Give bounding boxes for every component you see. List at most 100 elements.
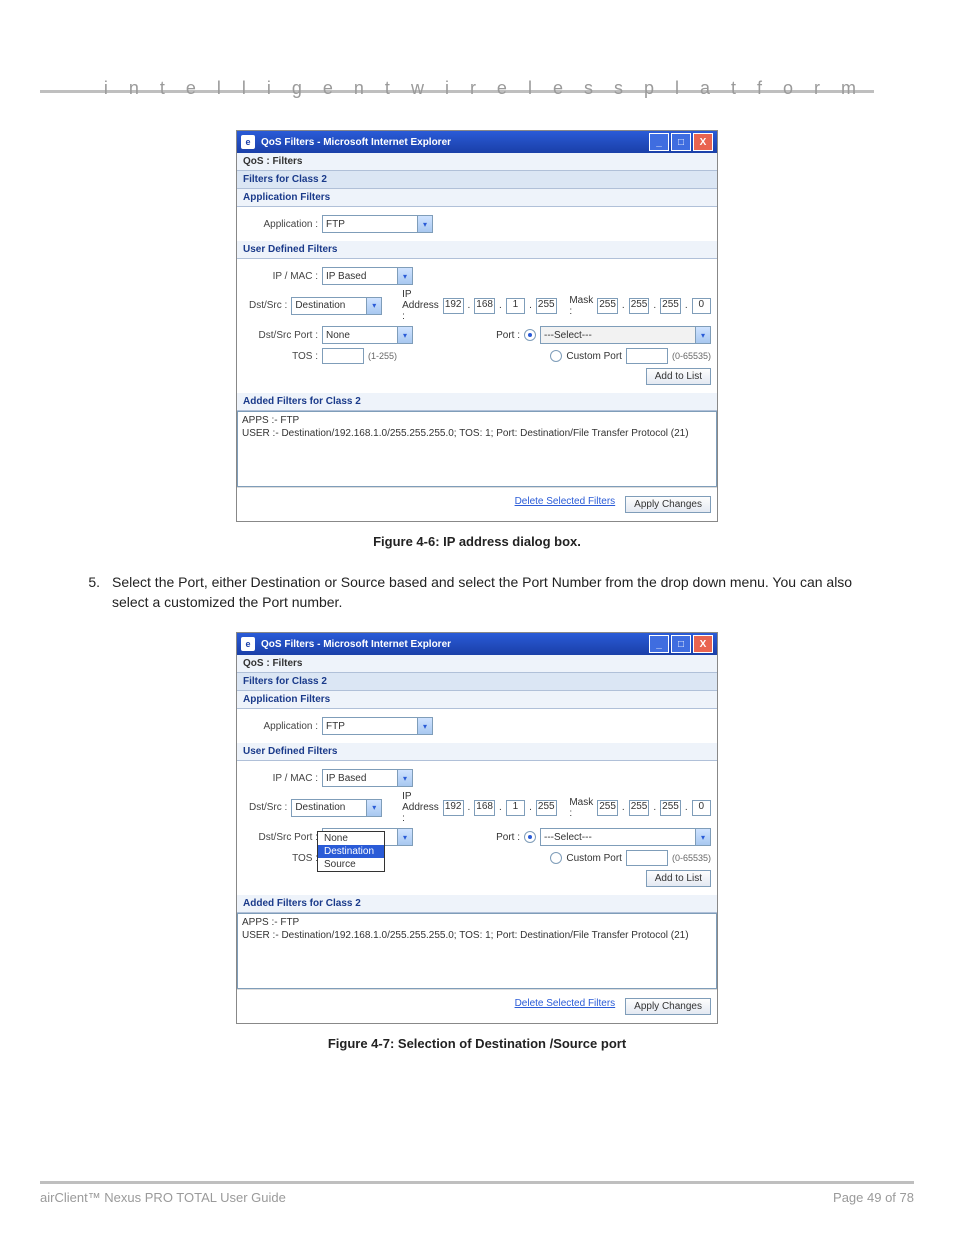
figure-4-7-caption: Figure 4-7: Selection of Destination /So… bbox=[40, 1036, 914, 1051]
dst-src-label: Dst/Src : bbox=[243, 802, 287, 813]
chevron-down-icon: ▾ bbox=[417, 718, 432, 734]
chevron-down-icon: ▾ bbox=[366, 800, 381, 816]
figure-4-7-window: e QoS Filters - Microsoft Internet Explo… bbox=[236, 632, 718, 1024]
ip-octet-3[interactable]: 1 bbox=[506, 298, 525, 314]
add-to-list-button[interactable]: Add to List bbox=[646, 870, 711, 887]
tos-range: (1-255) bbox=[368, 351, 397, 361]
mask-octet-2[interactable]: 255 bbox=[629, 800, 650, 816]
user-defined-filters-header: User Defined Filters bbox=[237, 743, 717, 761]
mask-octet-3[interactable]: 255 bbox=[660, 298, 681, 314]
window-titlebar[interactable]: e QoS Filters - Microsoft Internet Explo… bbox=[237, 633, 717, 655]
option-none[interactable]: None bbox=[318, 832, 384, 845]
custom-port-input[interactable] bbox=[626, 850, 668, 866]
mask-octet-4[interactable]: 0 bbox=[692, 298, 711, 314]
qos-breadcrumb: QoS : Filters bbox=[237, 655, 717, 673]
window-title: QoS Filters - Microsoft Internet Explore… bbox=[261, 639, 451, 650]
window-titlebar[interactable]: e QoS Filters - Microsoft Internet Explo… bbox=[237, 131, 717, 153]
content: e QoS Filters - Microsoft Internet Explo… bbox=[40, 130, 914, 1051]
port-select-dropdown[interactable]: ---Select---▾ bbox=[540, 828, 711, 846]
ip-mac-label: IP / MAC : bbox=[243, 271, 318, 282]
header-title: i n t e l l i g e n t w i r e l e s s p … bbox=[104, 78, 864, 99]
ip-octet-3[interactable]: 1 bbox=[506, 800, 525, 816]
ip-octet-4[interactable]: 255 bbox=[536, 298, 557, 314]
custom-port-radio[interactable] bbox=[550, 350, 562, 362]
mask-label: Mask : bbox=[569, 295, 593, 317]
application-select[interactable]: FTP▾ bbox=[322, 717, 433, 735]
mask-octet-3[interactable]: 255 bbox=[660, 800, 681, 816]
figure-4-6-caption: Figure 4-6: IP address dialog box. bbox=[40, 534, 914, 549]
dst-src-port-select[interactable]: None▾ bbox=[322, 326, 413, 344]
application-label: Application : bbox=[243, 721, 318, 732]
application-label: Application : bbox=[243, 219, 318, 230]
chevron-down-icon: ▾ bbox=[397, 829, 412, 845]
mask-octet-4[interactable]: 0 bbox=[692, 800, 711, 816]
custom-port-range: (0-65535) bbox=[672, 351, 711, 361]
figure-4-6-window: e QoS Filters - Microsoft Internet Explo… bbox=[236, 130, 718, 522]
ip-octet-4[interactable]: 255 bbox=[536, 800, 557, 816]
footer-doc-title: airClient™ Nexus PRO TOTAL User Guide bbox=[40, 1190, 286, 1205]
mask-octet-2[interactable]: 255 bbox=[629, 298, 650, 314]
added-filter-line: USER :- Destination/192.168.1.0/255.255.… bbox=[242, 427, 712, 440]
mask-octet-1[interactable]: 255 bbox=[597, 800, 618, 816]
added-filters-header: Added Filters for Class 2 bbox=[237, 393, 717, 411]
application-filters-header: Application Filters bbox=[237, 691, 717, 709]
port-select-radio[interactable] bbox=[524, 329, 536, 341]
tos-label: TOS : bbox=[243, 853, 318, 864]
close-button[interactable]: X bbox=[693, 133, 713, 151]
port-label: Port : bbox=[496, 330, 520, 341]
port-label: Port : bbox=[496, 832, 520, 843]
close-button[interactable]: X bbox=[693, 635, 713, 653]
ip-octet-1[interactable]: 192 bbox=[443, 800, 464, 816]
apply-changes-button[interactable]: Apply Changes bbox=[625, 998, 711, 1015]
custom-port-label: Custom Port bbox=[566, 351, 622, 362]
dst-src-port-label: Dst/Src Port : bbox=[243, 832, 318, 843]
custom-port-label: Custom Port bbox=[566, 853, 622, 864]
dst-src-port-label: Dst/Src Port : bbox=[243, 330, 318, 341]
port-select-dropdown[interactable]: ---Select---▾ bbox=[540, 326, 711, 344]
port-select-radio[interactable] bbox=[524, 831, 536, 843]
dst-src-label: Dst/Src : bbox=[243, 300, 287, 311]
added-filter-line: USER :- Destination/192.168.1.0/255.255.… bbox=[242, 929, 712, 942]
option-source[interactable]: Source bbox=[318, 858, 384, 871]
step-5: 5. Select the Port, either Destination o… bbox=[70, 573, 884, 612]
ip-address-label: IP Address : bbox=[402, 791, 439, 824]
ie-icon: e bbox=[241, 135, 255, 149]
footer-rule bbox=[40, 1181, 914, 1184]
add-to-list-button[interactable]: Add to List bbox=[646, 368, 711, 385]
custom-port-input[interactable] bbox=[626, 348, 668, 364]
dst-src-select[interactable]: Destination▾ bbox=[291, 799, 382, 817]
custom-port-radio[interactable] bbox=[550, 852, 562, 864]
maximize-button[interactable]: □ bbox=[671, 635, 691, 653]
mask-octet-1[interactable]: 255 bbox=[597, 298, 618, 314]
dst-src-port-options[interactable]: None Destination Source bbox=[317, 831, 385, 872]
ip-mac-select[interactable]: IP Based▾ bbox=[322, 769, 413, 787]
option-destination[interactable]: Destination bbox=[318, 845, 384, 858]
delete-selected-filters-link[interactable]: Delete Selected Filters bbox=[515, 496, 616, 513]
minimize-button[interactable]: _ bbox=[649, 133, 669, 151]
ip-mac-label: IP / MAC : bbox=[243, 773, 318, 784]
application-select[interactable]: FTP▾ bbox=[322, 215, 433, 233]
delete-selected-filters-link[interactable]: Delete Selected Filters bbox=[515, 998, 616, 1015]
apply-changes-button[interactable]: Apply Changes bbox=[625, 496, 711, 513]
page-footer: airClient™ Nexus PRO TOTAL User Guide Pa… bbox=[40, 1181, 914, 1205]
ip-address-label: IP Address : bbox=[402, 289, 439, 322]
ip-octet-1[interactable]: 192 bbox=[443, 298, 464, 314]
added-filters-list[interactable]: APPS :- FTP USER :- Destination/192.168.… bbox=[237, 411, 717, 487]
chevron-down-icon: ▾ bbox=[397, 770, 412, 786]
tos-input[interactable] bbox=[322, 348, 364, 364]
dst-src-select[interactable]: Destination▾ bbox=[291, 297, 382, 315]
chevron-down-icon: ▾ bbox=[397, 268, 412, 284]
ip-mac-select[interactable]: IP Based▾ bbox=[322, 267, 413, 285]
tos-label: TOS : bbox=[243, 351, 318, 362]
chevron-down-icon: ▾ bbox=[695, 327, 710, 343]
footer-page-number: Page 49 of 78 bbox=[833, 1190, 914, 1205]
custom-port-range: (0-65535) bbox=[672, 853, 711, 863]
added-filters-list[interactable]: APPS :- FTP USER :- Destination/192.168.… bbox=[237, 913, 717, 989]
ip-octet-2[interactable]: 168 bbox=[474, 800, 495, 816]
step-number: 5. bbox=[70, 573, 100, 612]
ie-icon: e bbox=[241, 637, 255, 651]
ip-octet-2[interactable]: 168 bbox=[474, 298, 495, 314]
maximize-button[interactable]: □ bbox=[671, 133, 691, 151]
minimize-button[interactable]: _ bbox=[649, 635, 669, 653]
page: i n t e l l i g e n t w i r e l e s s p … bbox=[0, 0, 954, 1235]
